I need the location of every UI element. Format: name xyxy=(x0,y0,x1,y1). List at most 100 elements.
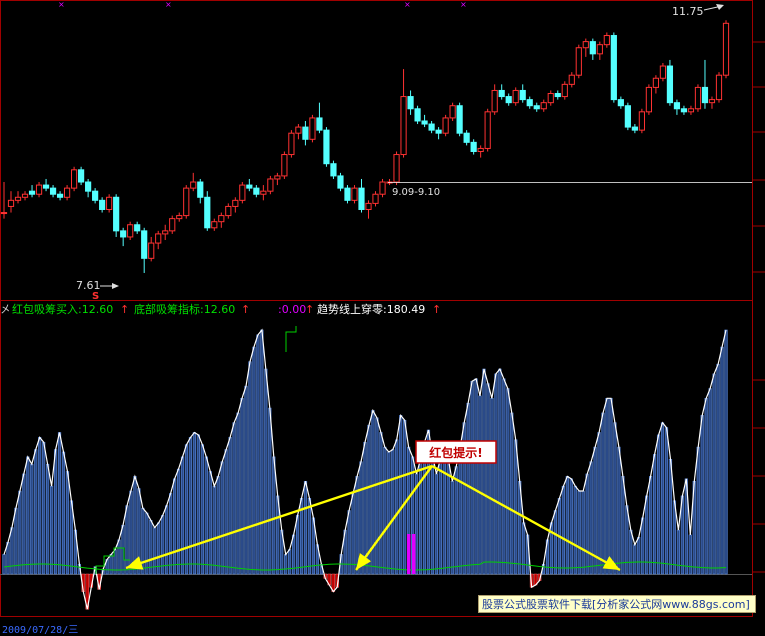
candle xyxy=(561,81,568,100)
indicator-bar xyxy=(430,454,435,575)
indicator-bar xyxy=(284,554,288,575)
candle xyxy=(92,188,99,204)
indicator-bar xyxy=(585,473,589,575)
candle xyxy=(127,221,134,241)
indicator-bar xyxy=(649,476,653,575)
candle-body xyxy=(0,212,8,215)
indicator-bar xyxy=(200,444,204,575)
indicator-bar xyxy=(375,417,379,575)
indicator-bar xyxy=(149,520,153,575)
candle-body xyxy=(673,102,681,110)
top-marker: × xyxy=(460,0,467,9)
candle-body xyxy=(330,163,337,177)
candle xyxy=(246,178,253,192)
low-price-arrowhead xyxy=(112,283,119,289)
candle xyxy=(526,96,533,109)
indicator-bar xyxy=(656,434,661,575)
indicator-bar xyxy=(696,446,700,575)
candle xyxy=(0,182,8,219)
candle-body xyxy=(372,193,379,204)
indicator-bar xyxy=(379,432,383,575)
candle-body xyxy=(631,126,638,131)
indicator-bar xyxy=(514,439,518,575)
legend-item-hongbao: 红包吸筹买入:12.60 xyxy=(12,302,113,316)
indicator-bar xyxy=(26,456,30,575)
kline-panel-border xyxy=(0,0,753,301)
indicator-bar xyxy=(232,422,236,575)
candle-body xyxy=(505,96,512,104)
candle-body xyxy=(358,187,365,210)
candle xyxy=(183,185,190,219)
candle-body xyxy=(85,181,92,192)
candle xyxy=(484,108,491,152)
indicator-bar xyxy=(288,549,292,575)
candle-body xyxy=(533,105,540,110)
candle xyxy=(505,93,512,106)
indicator-bar xyxy=(363,441,367,575)
candle xyxy=(379,178,386,198)
candle-body xyxy=(49,187,57,195)
candle-body xyxy=(56,193,64,198)
candle-body xyxy=(414,108,421,122)
candle xyxy=(267,175,274,195)
candle xyxy=(456,102,463,137)
indicator-bar xyxy=(569,478,573,575)
candlestick-series xyxy=(0,20,730,273)
indicator-bar xyxy=(212,485,216,575)
candle xyxy=(414,105,421,125)
indicator-bar xyxy=(450,480,454,575)
candle xyxy=(288,130,295,158)
indicator-bar xyxy=(613,422,617,575)
indicator-bar xyxy=(700,415,704,575)
candle xyxy=(35,182,43,198)
candle xyxy=(70,166,78,192)
candle-body xyxy=(302,126,309,140)
candle-body xyxy=(337,175,344,189)
indicator-bar xyxy=(399,415,403,575)
candle-body xyxy=(351,187,358,201)
candle-body xyxy=(183,187,190,217)
candle xyxy=(106,194,113,213)
candle-body xyxy=(491,89,498,113)
chart-canvas: × × × ×11.757.619.09-9.10S红包提示! 㐅 红包吸筹买入:12… xyxy=(0,0,765,617)
indicator-bar xyxy=(303,480,308,575)
indicator-bar xyxy=(434,473,439,575)
indicator-bar xyxy=(196,434,200,575)
candle-body xyxy=(162,230,169,235)
candle-body xyxy=(274,175,281,180)
candle xyxy=(631,124,638,134)
candle xyxy=(337,172,344,192)
candle-body xyxy=(239,184,246,201)
indicator-bar xyxy=(609,398,613,575)
indicator-bar xyxy=(165,505,169,575)
indicator-bar xyxy=(581,490,585,575)
indicator-legend: 㐅 红包吸筹买入:12.60 ↑ 底部吸筹指标:12.60 ↑ :0.00 ↑ … xyxy=(0,302,441,316)
candle-body xyxy=(253,187,260,195)
indicator-bar xyxy=(621,476,625,575)
top-marker: × xyxy=(165,0,172,9)
candle xyxy=(701,59,709,109)
candle xyxy=(652,75,660,94)
candle xyxy=(540,99,547,112)
candle xyxy=(316,102,323,134)
candle-body xyxy=(211,221,218,229)
candle xyxy=(400,69,407,158)
candle xyxy=(113,194,120,237)
candle xyxy=(715,72,723,103)
indicator-bar xyxy=(482,368,486,575)
indicator-bar xyxy=(236,412,240,575)
candle xyxy=(568,72,575,88)
candle xyxy=(358,178,365,213)
candle xyxy=(617,96,624,109)
indicator-bar xyxy=(42,441,46,575)
candle-body xyxy=(575,47,582,76)
candle-body xyxy=(568,74,575,85)
candle-body xyxy=(246,184,253,189)
indicator-bar xyxy=(228,437,232,575)
candle-body xyxy=(694,86,702,110)
candle-body xyxy=(421,120,428,125)
candle-body xyxy=(281,154,288,177)
candle-body xyxy=(554,93,561,98)
indicator-bar xyxy=(34,449,38,575)
indicator-bar xyxy=(633,544,637,575)
